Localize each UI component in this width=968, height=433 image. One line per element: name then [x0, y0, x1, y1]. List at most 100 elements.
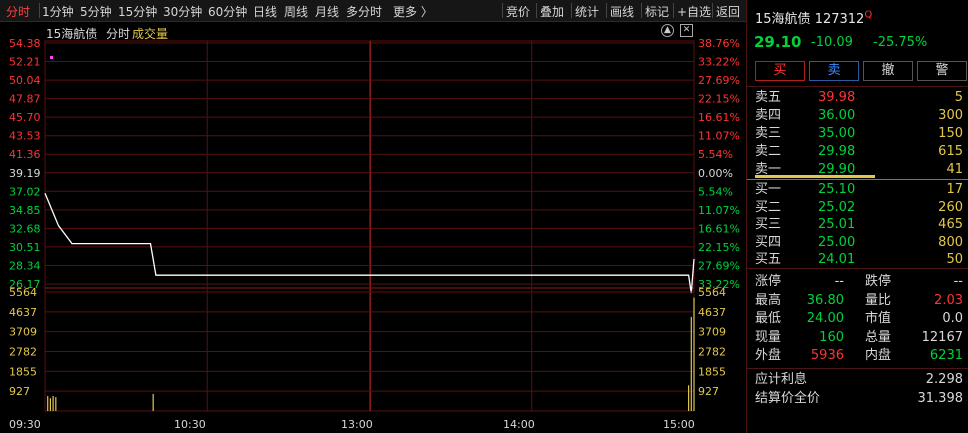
period-tab[interactable]: 周线	[284, 3, 308, 20]
pct-tick-label: 16.61%	[698, 222, 740, 235]
period-toolbar: 分时 1分钟 5分钟 15分钟 30分钟 60分钟 日线 周线 月线 多分时 更多 〉 竞价 叠加 统计画…	[0, 0, 746, 22]
level-price: 35.00	[818, 126, 856, 141]
toolbar-separator	[571, 3, 572, 18]
price-tick-label: 32.68	[9, 222, 41, 235]
level-price: 25.00	[818, 234, 856, 250]
orderbook-row[interactable]: 买一 25.10 17	[747, 181, 968, 198]
price-tick-label: 39.19	[9, 167, 41, 180]
volume-tick-label: 4637	[698, 306, 726, 319]
level-volume: 260	[938, 199, 963, 215]
orderbook-row[interactable]: 买四 25.00 800	[747, 234, 968, 251]
tool-button[interactable]: 统计	[575, 3, 599, 20]
level-volume: 150	[938, 126, 963, 141]
period-tab[interactable]: 60分钟	[208, 3, 247, 20]
price-change-pct: -25.75%	[873, 35, 928, 50]
volume-tick-label: 4637	[9, 306, 37, 319]
price-alert-button[interactable]: 警	[917, 61, 967, 81]
price-tick-label: 43.53	[9, 130, 41, 143]
tool-button[interactable]: 竞价	[506, 3, 530, 20]
level-price: 39.98	[818, 90, 856, 105]
buy-button[interactable]: 买	[755, 61, 805, 81]
tool-button[interactable]: 标记	[645, 3, 669, 20]
stat-value: 160	[819, 329, 844, 345]
level-volume: 17	[946, 182, 963, 197]
period-tab[interactable]: 1分钟	[42, 3, 74, 20]
toolbar-separator	[673, 3, 674, 18]
level-volume: 300	[938, 108, 963, 123]
period-tab[interactable]: 5分钟	[80, 3, 112, 20]
bond-label: 结算价全价	[755, 391, 821, 406]
tool-button[interactable]: 返回	[716, 3, 740, 20]
orderbook-row[interactable]: 买二 25.02 260	[747, 199, 968, 216]
sell-button[interactable]: 卖	[809, 61, 859, 81]
time-tick-label: 14:00	[503, 418, 535, 431]
stat-value: --	[834, 274, 844, 289]
level-volume: 465	[938, 217, 963, 232]
bond-value: 31.398	[917, 391, 964, 406]
toolbar-separator	[39, 3, 40, 18]
divider	[747, 86, 968, 87]
level-label: 买三	[755, 217, 782, 232]
stats-row: 外盘 5936 内盘 6231	[747, 347, 968, 364]
stat-label: 最低	[755, 311, 782, 326]
level-label: 卖五	[755, 90, 782, 105]
security-title: 15海航债 127312Q	[755, 8, 872, 27]
period-tab[interactable]: 更多 〉	[393, 3, 433, 20]
volume-tick-label: 3709	[9, 326, 37, 339]
bond-label: 应计利息	[755, 372, 808, 387]
period-tab[interactable]: 分时	[6, 3, 30, 20]
stat-value: 12167	[921, 329, 963, 345]
toolbar-separator	[502, 3, 503, 18]
period-tab[interactable]: 30分钟	[163, 3, 202, 20]
price-tick-label: 30.51	[9, 241, 41, 254]
intraday-chart[interactable]: 54.38 38.76% 52.21 33.22% 50.04 27.69% 47.87 22…	[0, 22, 746, 433]
pct-tick-label: 5.54%	[698, 185, 733, 198]
period-tab[interactable]: 月线	[315, 3, 339, 20]
tool-button[interactable]: +自选	[677, 3, 711, 20]
stat-value: --	[953, 274, 963, 289]
orderbook-row[interactable]: 卖二 29.98 615	[747, 143, 968, 160]
price-tick-label: 28.34	[9, 259, 41, 272]
divider	[747, 368, 968, 369]
price-tick-label: 41.36	[9, 148, 41, 161]
level-volume: 800	[938, 234, 963, 250]
stat-value: 0.0	[942, 311, 963, 326]
stat-label: 量比	[865, 292, 892, 308]
pct-tick-label: 11.07%	[698, 204, 740, 217]
avg-price-dot	[50, 56, 53, 59]
cancel-order-button[interactable]: 撤	[863, 61, 913, 81]
orderbook-row[interactable]: 卖三 35.00 150	[747, 125, 968, 142]
pct-tick-label: 16.61%	[698, 111, 740, 124]
price-tick-label: 37.02	[9, 185, 41, 198]
level-price: 25.10	[818, 182, 856, 197]
tool-button[interactable]: 画线	[610, 3, 634, 20]
pct-tick-label: 33.22%	[698, 56, 740, 69]
level-price: 36.00	[818, 108, 856, 123]
bond-value: 2.298	[925, 372, 963, 387]
time-tick-label: 13:00	[341, 418, 373, 431]
level-price: 25.02	[818, 199, 856, 215]
tool-button[interactable]: 叠加	[540, 3, 564, 20]
orderbook-row[interactable]: 买三 25.01 465	[747, 216, 968, 233]
toolbar-separator	[536, 3, 537, 18]
period-tab[interactable]: 日线	[253, 3, 277, 20]
stat-label: 现量	[755, 329, 782, 345]
time-tick-label: 09:30	[9, 418, 41, 431]
pct-tick-label: 22.15%	[698, 241, 740, 254]
level-label: 买四	[755, 234, 782, 250]
price-tick-label: 54.38	[9, 37, 41, 50]
price-change: -10.09	[811, 35, 853, 50]
volume-tick-label: 2782	[698, 346, 726, 359]
bond-row: 结算价全价 31.398	[747, 390, 968, 407]
volume-tick-label: 927	[698, 385, 719, 398]
volume-tick-label: 1855	[9, 365, 37, 378]
orderbook-row[interactable]: 卖五 39.98 5	[747, 89, 968, 106]
orderbook-row[interactable]: 卖四 36.00 300	[747, 107, 968, 124]
pct-tick-label: 27.69%	[698, 74, 740, 87]
stat-value: 6231	[929, 348, 963, 363]
period-tab[interactable]: 15分钟	[118, 3, 157, 20]
period-tab[interactable]: 多分时	[346, 3, 382, 20]
orderbook-row[interactable]: 买五 24.01 50	[747, 251, 968, 268]
volume-tick-label: 5564	[9, 286, 37, 299]
level-price: 29.98	[818, 144, 856, 159]
